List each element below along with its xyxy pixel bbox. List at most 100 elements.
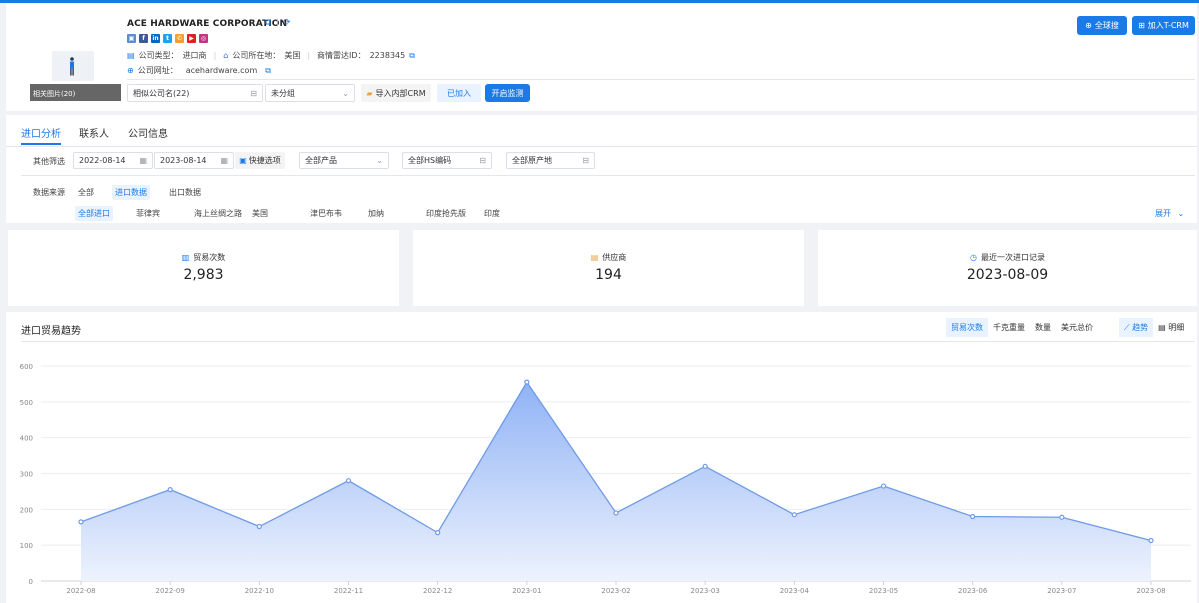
country-option[interactable]: 印度: [484, 208, 500, 219]
calendar-icon: ▦: [139, 156, 147, 165]
copy-icon[interactable]: ⧉: [265, 66, 271, 76]
stat-value: 2,983: [183, 267, 224, 283]
refresh-icon[interactable]: ⟳: [283, 18, 291, 28]
linkedin-icon[interactable]: in: [151, 34, 160, 43]
metric-switcher: 贸易次数 千克重量 数量 美元总价: [946, 318, 1098, 337]
source-option-all[interactable]: 全部: [78, 187, 94, 198]
x-tick-label: 2022-10: [245, 587, 274, 595]
x-tick-label: 2023-02: [601, 587, 630, 595]
x-tick-label: 2022-09: [156, 587, 185, 595]
data-point[interactable]: [880, 483, 887, 489]
source-option-export[interactable]: 出口数据: [169, 187, 201, 198]
expand-toggle[interactable]: 展开 ⌄: [1155, 208, 1184, 219]
data-point[interactable]: [613, 510, 619, 516]
start-date-input[interactable]: 2022-08-14 ▦: [73, 152, 153, 169]
import-crm-button[interactable]: ▰ 导入内部CRM: [361, 84, 431, 102]
start-monitor-button[interactable]: 开启监测: [485, 84, 530, 102]
metric-quantity[interactable]: 数量: [1030, 318, 1056, 337]
data-point[interactable]: [78, 519, 84, 525]
metric-usd-total[interactable]: 美元总价: [1056, 318, 1098, 337]
chevron-down-icon: ⌄: [342, 88, 349, 98]
view-detail[interactable]: ▤ 明细: [1153, 318, 1189, 337]
tab-contacts[interactable]: 联系人: [79, 125, 109, 140]
origin-select[interactable]: 全部原产地 ⊟: [506, 152, 595, 169]
y-tick-label: 500: [20, 399, 33, 407]
x-tick-label: 2023-05: [869, 587, 898, 595]
join-tcrm-button[interactable]: ⊞ 加入T-CRM: [1132, 16, 1195, 35]
country-option[interactable]: 海上丝绸之路: [194, 208, 242, 219]
data-point[interactable]: [702, 463, 708, 469]
divider: |: [276, 18, 280, 28]
divider: |: [213, 51, 217, 60]
facebook-icon[interactable]: f: [139, 34, 148, 43]
end-date-input[interactable]: 2023-08-14 ▦: [154, 152, 234, 169]
clock-icon: ◷: [970, 253, 977, 262]
radar-id-label: 商情雷达ID：: [317, 51, 366, 60]
list-icon: ⊟: [582, 156, 589, 165]
web-icon[interactable]: ▣: [127, 34, 136, 43]
joined-button[interactable]: 已加入: [437, 84, 481, 102]
x-tick-label: 2023-07: [1047, 587, 1076, 595]
y-tick-label: 100: [20, 542, 33, 550]
country-option[interactable]: 津巴布韦: [310, 208, 342, 219]
data-point[interactable]: [970, 513, 976, 520]
data-point[interactable]: [1059, 514, 1065, 520]
data-point[interactable]: [167, 487, 173, 493]
phone-icon[interactable]: ✆: [175, 34, 184, 43]
y-tick-label: 300: [20, 471, 33, 479]
copy-icon[interactable]: ⧉: [265, 18, 271, 28]
hs-code-select[interactable]: 全部HS编码 ⊟: [402, 152, 492, 169]
tab-import-analysis[interactable]: 进口分析: [21, 125, 61, 140]
header-divider: [127, 79, 1195, 80]
data-point[interactable]: [524, 379, 530, 385]
quick-options-button[interactable]: ▣ 快捷选项: [235, 152, 285, 169]
list-icon: ⊟: [250, 88, 257, 98]
data-point[interactable]: [1148, 537, 1154, 544]
company-type-value: 进口商: [182, 51, 207, 60]
product-select-value: 全部产品: [305, 156, 337, 165]
global-search-button[interactable]: ⊕ 全球搜: [1077, 16, 1127, 35]
company-meta-row: ▤ 公司类型： 进口商 | ⌂ 公司所在地： 美国 | 商情雷达ID： 2238…: [127, 50, 415, 61]
group-select[interactable]: 未分组 ⌄: [265, 84, 355, 102]
photo-count-label[interactable]: 相关图片(20): [30, 84, 121, 101]
globe-icon: ⊕: [127, 66, 134, 75]
country-option[interactable]: 印度抢先版: [426, 208, 466, 219]
country-option[interactable]: 菲律宾: [136, 208, 160, 219]
data-point[interactable]: [435, 530, 441, 536]
similar-companies-select[interactable]: 相似公司名(22) ⊟: [127, 84, 263, 102]
instagram-icon[interactable]: ◎: [199, 34, 208, 43]
filter-label: 其他筛选: [33, 157, 65, 166]
x-tick-label: 2023-04: [780, 587, 810, 595]
filter-divider: [21, 175, 1195, 176]
view-trend[interactable]: ⟋ 趋势: [1119, 318, 1154, 337]
tabs-divider: [6, 146, 1197, 147]
data-point[interactable]: [256, 523, 262, 530]
data-point[interactable]: [345, 478, 352, 484]
country-option[interactable]: 美国: [252, 208, 268, 219]
view-switcher: ⟋ 趋势 ▤ 明细: [1119, 318, 1189, 337]
company-thumbnail[interactable]: 相关图片(20): [30, 13, 122, 107]
tab-company-info[interactable]: 公司信息: [128, 125, 168, 140]
website-link[interactable]: acehardware.com: [186, 66, 258, 75]
product-select[interactable]: 全部产品 ⌄: [299, 152, 389, 169]
country-option[interactable]: 加纳: [368, 208, 384, 219]
youtube-icon[interactable]: ▶: [187, 34, 196, 43]
filter-panel: 进口分析 联系人 公司信息 其他筛选 2022-08-14 ▦ 2023-08-…: [6, 115, 1197, 223]
copy-icon[interactable]: ⧉: [409, 51, 415, 61]
folder-icon: ▰: [366, 88, 373, 98]
chevron-down-icon: ⌄: [1177, 209, 1185, 218]
similar-companies-label: 相似公司名(22): [133, 88, 190, 98]
view-detail-label: 明细: [1168, 323, 1185, 332]
metric-weight[interactable]: 千克重量: [988, 318, 1030, 337]
quick-options-icon: ▣: [239, 156, 247, 165]
data-point[interactable]: [791, 512, 797, 518]
metric-trades[interactable]: 贸易次数: [946, 318, 988, 337]
country-option[interactable]: 全部进口: [75, 206, 113, 221]
twitter-icon[interactable]: t: [163, 34, 172, 43]
trend-chart-panel: 进口贸易趋势 贸易次数 千克重量 数量 美元总价 ⟋ 趋势 ▤ 明细 0 100 2…: [6, 312, 1197, 603]
join-tcrm-label: 加入T-CRM: [1147, 21, 1189, 30]
x-tick-label: 2023-01: [512, 587, 541, 595]
company-website-row: ⊕ 公司网址： acehardware.com ⧉: [127, 65, 271, 76]
line-chart-icon: ⟋: [1124, 323, 1130, 332]
source-option-import[interactable]: 进口数据: [112, 185, 150, 200]
